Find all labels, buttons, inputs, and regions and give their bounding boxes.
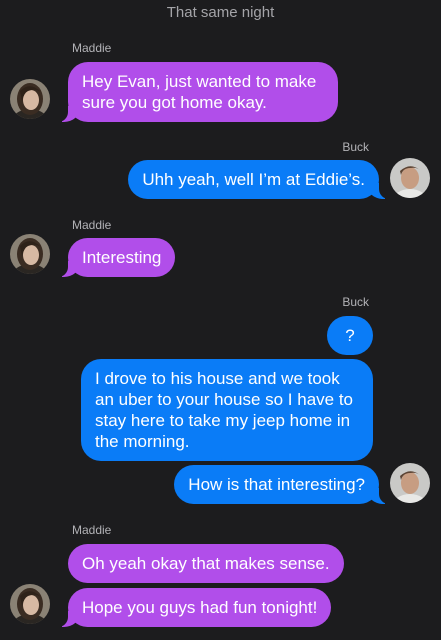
message-bubble-outgoing[interactable]: I drove to his house and we took an uber… bbox=[81, 359, 373, 461]
message-text: Uhh yeah, well I’m at Eddie’s. bbox=[142, 170, 365, 189]
buck-avatar[interactable] bbox=[390, 158, 430, 198]
message-bubble-outgoing[interactable]: Uhh yeah, well I’m at Eddie’s. bbox=[128, 160, 391, 199]
timestamp-header: That same night bbox=[166, 4, 275, 21]
message-bubble-incoming[interactable]: Hope you guys had fun tonight! bbox=[55, 588, 332, 627]
sender-label: Maddie bbox=[72, 523, 112, 537]
message-thread[interactable]: That same night Maddie Hey Evan, just wa… bbox=[0, 0, 441, 640]
maddie-avatar[interactable] bbox=[10, 79, 50, 119]
message-bubble-incoming[interactable]: Interesting bbox=[55, 238, 176, 277]
message-bubble-incoming[interactable]: Hey Evan, just wanted to make sure you g… bbox=[56, 62, 338, 122]
message-bubble-outgoing[interactable]: ? bbox=[327, 316, 373, 355]
message-text: I drove to his house and we took an uber… bbox=[95, 369, 354, 451]
message-text: Interesting bbox=[82, 248, 162, 267]
message-text: ? bbox=[345, 326, 355, 345]
buck-avatar[interactable] bbox=[390, 463, 430, 503]
message-text: How is that interesting? bbox=[188, 475, 365, 494]
message-text: Hope you guys had fun tonight! bbox=[82, 598, 318, 617]
message-text: Oh yeah okay that makes sense. bbox=[82, 554, 330, 573]
sender-label: Buck bbox=[342, 295, 369, 309]
sender-label: Maddie bbox=[72, 41, 112, 55]
message-text: Hey Evan, just wanted to make sure you g… bbox=[82, 72, 317, 112]
maddie-avatar[interactable] bbox=[10, 234, 50, 274]
message-bubble-outgoing[interactable]: How is that interesting? bbox=[174, 465, 391, 504]
message-bubble-incoming[interactable]: Oh yeah okay that makes sense. bbox=[68, 544, 344, 583]
sender-label: Maddie bbox=[72, 218, 112, 232]
maddie-avatar[interactable] bbox=[10, 584, 50, 624]
sender-label: Buck bbox=[342, 140, 369, 154]
